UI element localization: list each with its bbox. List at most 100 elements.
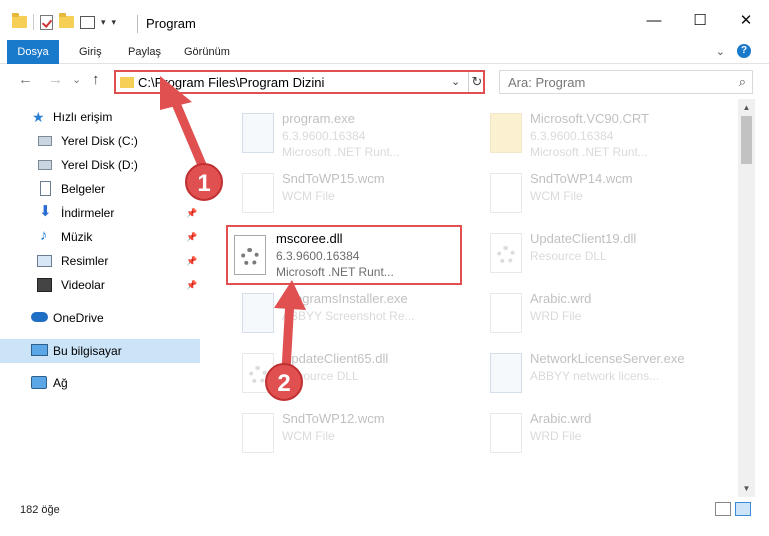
refresh-icon[interactable]: ↻: [468, 72, 485, 92]
pin-icon[interactable]: 📌: [186, 208, 197, 219]
up-arrow-icon[interactable]: ↑: [92, 71, 100, 88]
dll-icon: [234, 235, 266, 275]
file-name: Microsoft.VC90.CRT: [530, 111, 649, 126]
file-list: program.exe 6.3.9600.16384 Microsoft .NE…: [210, 99, 738, 497]
folder-icon: [490, 113, 522, 153]
pictures-icon: [37, 255, 52, 267]
file-detail: Microsoft .NET Runt...: [276, 265, 394, 279]
navigation-pane: ★ Hızlı erişim Yerel Disk (C:) Yerel Dis…: [0, 99, 210, 497]
new-folder-icon[interactable]: [59, 13, 74, 28]
ribbon-tabs: Dosya Giriş Paylaş Görünüm ⌄ ?: [0, 40, 769, 64]
file-name: Arabic.wrd: [530, 411, 592, 426]
music-icon: ♪: [40, 227, 48, 244]
sidebar-item-label: Resimler: [61, 254, 109, 268]
sidebar-item-onedrive[interactable]: OneDrive: [0, 306, 200, 330]
sidebar-item-documents[interactable]: Belgeler: [0, 177, 200, 201]
file-name: UpdateClient65.dll: [282, 351, 389, 366]
tab-view[interactable]: Görünüm: [184, 40, 230, 64]
sidebar-item-label: Bu bilgisayar: [53, 344, 122, 358]
view-toggle: [715, 502, 751, 516]
file-icon: [242, 173, 274, 213]
sidebar-item-network[interactable]: Ağ: [0, 371, 200, 395]
file-item[interactable]: SndToWP12.wcm WCM File: [228, 407, 466, 463]
sidebar-item-disk-c[interactable]: Yerel Disk (C:): [0, 129, 200, 153]
search-icon[interactable]: ⌕: [739, 74, 746, 90]
scroll-down-icon[interactable]: ▼: [738, 480, 755, 497]
customize-toolbar-icon[interactable]: ▾: [112, 17, 117, 28]
sidebar-item-disk-d[interactable]: Yerel Disk (D:): [0, 153, 200, 177]
sidebar-item-label: Belgeler: [61, 182, 106, 196]
ribbon-right-controls: ⌄ ?: [716, 44, 751, 58]
address-bar[interactable]: C:\Program Files\Program Dizini ⌄ ↻: [114, 70, 485, 94]
chevron-down-icon[interactable]: ▾: [101, 17, 106, 28]
window-title: Program: [146, 16, 196, 31]
file-item[interactable]: UpdateClient65.dll Resource DLL: [228, 347, 466, 403]
chevron-down-icon[interactable]: ⌄: [451, 75, 460, 88]
file-item[interactable]: Microsoft.VC90.CRT 6.3.9600.16384 Micros…: [476, 107, 714, 163]
tab-share[interactable]: Paylaş: [128, 40, 161, 64]
minimize-button[interactable]: —: [631, 0, 677, 40]
exe-icon: [242, 293, 274, 333]
recent-locations-icon[interactable]: ⌄: [72, 73, 81, 86]
item-count: 182 öğe: [20, 504, 60, 516]
customize-view-icon[interactable]: [80, 15, 95, 29]
file-item[interactable]: program.exe 6.3.9600.16384 Microsoft .NE…: [228, 107, 466, 163]
drive-icon: [38, 160, 52, 170]
file-item[interactable]: Arabic.wrd WRD File: [476, 287, 714, 343]
tab-file[interactable]: Dosya: [7, 40, 59, 64]
file-item-mscoree[interactable]: mscoree.dll 6.3.9600.16384 Microsoft .NE…: [226, 225, 462, 285]
quick-access-toolbar: ▾ ▾: [12, 13, 117, 30]
file-detail: ABBYY network licens...: [530, 369, 660, 383]
search-input[interactable]: Ara: Program: [508, 75, 585, 90]
sidebar-item-videos[interactable]: Videolar 📌: [0, 273, 200, 297]
video-icon: [37, 278, 52, 292]
expand-ribbon-icon[interactable]: ⌄: [716, 45, 725, 58]
file-item[interactable]: NetworkLicenseServer.exe ABBYY network l…: [476, 347, 714, 403]
sidebar-item-music[interactable]: ♪ Müzik 📌: [0, 225, 200, 249]
file-item[interactable]: SndToWP15.wcm WCM File: [228, 167, 466, 223]
sidebar-item-label: Hızlı erişim: [53, 110, 113, 124]
sidebar-item-label: Müzik: [61, 230, 93, 244]
properties-check-icon[interactable]: [40, 14, 53, 30]
file-detail: WRD File: [530, 429, 582, 443]
sidebar-item-label: OneDrive: [53, 311, 104, 325]
back-arrow-icon[interactable]: ←: [18, 71, 33, 88]
tiles-view-icon[interactable]: [735, 502, 751, 516]
scroll-up-icon[interactable]: ▲: [738, 99, 755, 116]
file-name: program.exe: [282, 111, 355, 126]
pin-icon[interactable]: 📌: [186, 280, 197, 291]
exe-icon: [490, 353, 522, 393]
sidebar-item-downloads[interactable]: ⬇ İndirmeler 📌: [0, 201, 200, 225]
sidebar-item-quick-access[interactable]: ★ Hızlı erişim: [0, 105, 200, 129]
network-icon: [31, 376, 47, 389]
file-item[interactable]: ProgramsInstaller.exe ABBYY Screenshot R…: [228, 287, 466, 343]
details-view-icon[interactable]: [715, 502, 731, 516]
sidebar-item-this-pc[interactable]: Bu bilgisayar: [0, 339, 200, 363]
scroll-thumb[interactable]: [741, 116, 752, 164]
file-detail: WCM File: [282, 429, 335, 443]
address-path[interactable]: C:\Program Files\Program Dizini: [138, 75, 324, 90]
file-detail: ABBYY Screenshot Re...: [282, 309, 415, 323]
folder-icon: [120, 77, 134, 88]
file-icon: [490, 293, 522, 333]
close-button[interactable]: ✕: [723, 0, 769, 40]
pin-icon[interactable]: 📌: [186, 232, 197, 243]
forward-arrow-icon[interactable]: →: [48, 71, 63, 88]
folder-icon[interactable]: [12, 13, 27, 28]
file-name: ProgramsInstaller.exe: [282, 291, 408, 306]
file-item[interactable]: UpdateClient19.dll Resource DLL: [476, 227, 714, 283]
file-item[interactable]: SndToWP14.wcm WCM File: [476, 167, 714, 223]
gear-icon: [241, 248, 259, 266]
file-detail: 6.3.9600.16384: [282, 129, 366, 143]
file-name: UpdateClient19.dll: [530, 231, 637, 246]
vertical-scrollbar[interactable]: ▲ ▼: [738, 99, 755, 497]
file-detail: Microsoft .NET Runt...: [282, 145, 400, 159]
pin-icon[interactable]: 📌: [186, 256, 197, 267]
maximize-button[interactable]: ☐: [677, 0, 723, 40]
help-icon[interactable]: ?: [737, 44, 751, 58]
step-1-badge: 1: [185, 163, 223, 201]
file-item[interactable]: Arabic.wrd WRD File: [476, 407, 714, 463]
sidebar-item-pictures[interactable]: Resimler 📌: [0, 249, 200, 273]
tab-home[interactable]: Giriş: [79, 40, 102, 64]
search-box[interactable]: Ara: Program ⌕: [499, 70, 753, 94]
